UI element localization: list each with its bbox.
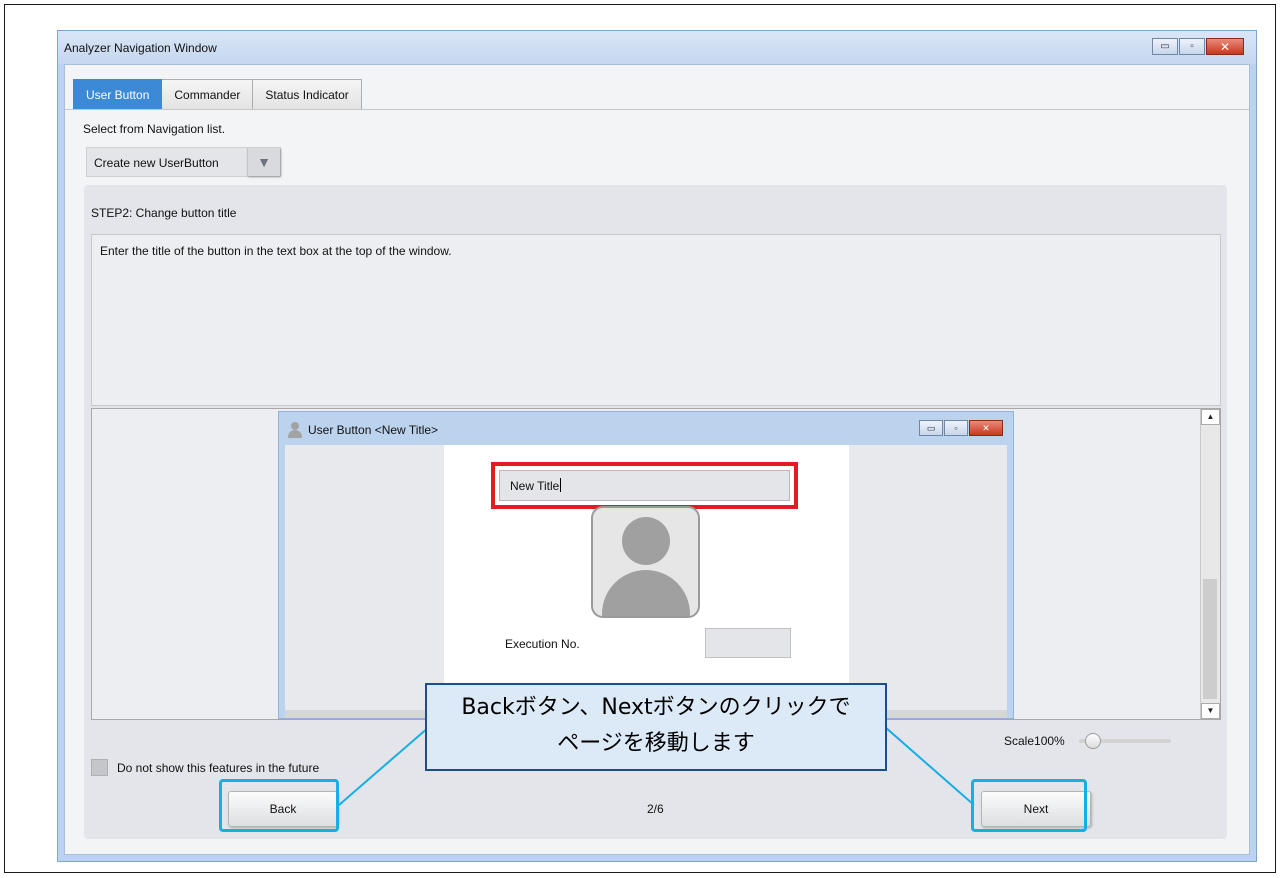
preview-maximize-button[interactable]: ▫ <box>944 420 968 436</box>
title-input-highlight: New Title <box>491 462 798 509</box>
tab-commander[interactable]: Commander <box>162 79 254 110</box>
tab-status-indicator[interactable]: Status Indicator <box>253 79 362 110</box>
preview-close-button[interactable]: ✕ <box>969 420 1003 436</box>
scale-label: Scale100% <box>1004 734 1065 748</box>
step-description: Enter the title of the button in the tex… <box>100 244 452 258</box>
callout-line-1: Backボタン、Nextボタンのクリックで <box>461 695 851 720</box>
triangle-down-icon[interactable]: ▼ <box>247 148 280 176</box>
navigation-list-label: Select from Navigation list. <box>83 122 226 136</box>
scroll-up-icon[interactable]: ▲ <box>1201 409 1220 425</box>
user-button-preview-window: User Button <New Title> ▭ ▫ ✕ New Title <box>278 411 1014 719</box>
scrollbar-thumb[interactable] <box>1203 579 1217 699</box>
button-title-value: New Title <box>510 479 560 493</box>
preview-area: User Button <New Title> ▭ ▫ ✕ New Title <box>91 408 1221 720</box>
preview-minimize-button[interactable]: ▭ <box>919 420 943 436</box>
minimize-button[interactable]: ▭ <box>1152 38 1178 55</box>
preview-client-area: New Title Execution No. <box>285 445 1007 715</box>
preview-titlebar: User Button <New Title> <box>287 422 438 438</box>
close-button[interactable]: ✕ <box>1206 38 1244 55</box>
checkbox-box[interactable] <box>91 759 108 776</box>
scale-slider[interactable] <box>1078 731 1171 751</box>
callout-box: Backボタン、Nextボタンのクリックで ページを移動します <box>425 683 887 771</box>
step-description-box: Enter the title of the button in the tex… <box>91 234 1221 406</box>
maximize-button[interactable]: ▫ <box>1179 38 1205 55</box>
window-title: Analyzer Navigation Window <box>64 41 217 55</box>
button-title-input[interactable]: New Title <box>499 470 790 501</box>
scale-slider-knob[interactable] <box>1084 733 1101 749</box>
navigation-dropdown-value: Create new UserButton <box>94 156 219 170</box>
execution-no-field[interactable] <box>705 628 791 658</box>
tab-divider <box>65 109 1249 110</box>
navigation-dropdown[interactable]: Create new UserButton ▼ <box>86 147 281 177</box>
page-indicator: 2/6 <box>647 802 664 816</box>
callout-line-2: ページを移動します <box>557 731 755 756</box>
tab-user-button[interactable]: User Button <box>73 79 163 110</box>
preview-window-title: User Button <New Title> <box>308 423 439 437</box>
window-caption-buttons: ▭ ▫ ✕ <box>1152 38 1244 55</box>
scale-control: Scale100% <box>1004 731 1171 751</box>
vertical-scrollbar[interactable]: ▲ ▼ <box>1200 409 1220 719</box>
user-button-card: New Title Execution No. <box>444 445 849 703</box>
execution-no-label: Execution No. <box>505 637 580 651</box>
user-icon <box>287 422 303 438</box>
next-button-highlight <box>971 779 1087 832</box>
user-avatar-icon[interactable] <box>591 506 700 618</box>
step-title: STEP2: Change button title <box>91 206 237 220</box>
tab-strip: User Button Commander Status Indicator <box>73 79 362 110</box>
do-not-show-checkbox[interactable]: Do not show this features in the future <box>91 759 319 776</box>
window-titlebar: Analyzer Navigation Window ▭ ▫ ✕ <box>58 31 1256 64</box>
scroll-down-icon[interactable]: ▼ <box>1201 703 1220 719</box>
checkbox-label: Do not show this features in the future <box>117 760 320 775</box>
preview-caption-buttons: ▭ ▫ ✕ <box>919 420 1003 436</box>
back-button-highlight <box>219 779 339 832</box>
